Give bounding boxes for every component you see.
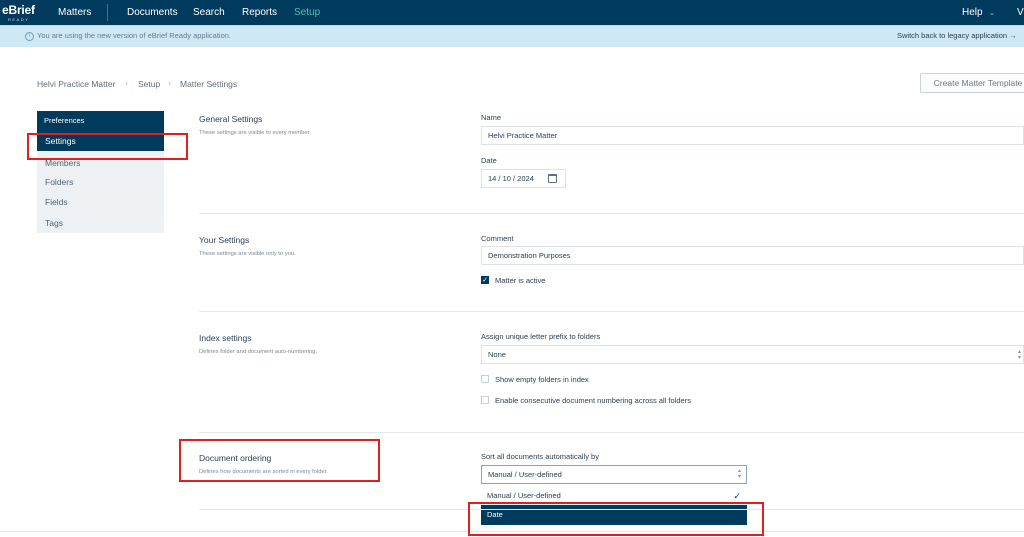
top-navbar: eBrief READY Matters Documents Search Re… xyxy=(0,0,1024,25)
chevron-down-icon: ⌄ xyxy=(988,8,996,17)
name-input[interactable]: Helvi Practice Matter xyxy=(481,126,1024,145)
index-settings-title: Index settings xyxy=(199,333,252,343)
show-empty-folders-checkbox[interactable] xyxy=(481,375,489,383)
matter-active-checkbox[interactable]: ✓ xyxy=(481,276,489,284)
switch-legacy-link[interactable]: Switch back to legacy application → xyxy=(897,31,1017,40)
index-settings-desc: Defines folder and document auto-numberi… xyxy=(199,349,317,355)
show-empty-folders-label: Show empty folders in index xyxy=(495,375,589,384)
info-icon: i xyxy=(25,32,34,41)
sidebar-item-tags[interactable]: Tags xyxy=(37,213,164,233)
prefix-label: Assign unique letter prefix to folders xyxy=(481,332,601,341)
date-input[interactable]: 14 / 10 / 2024 xyxy=(481,169,566,188)
highlight-box-settings xyxy=(27,133,188,160)
logo-wordmark: eBrief xyxy=(2,3,35,17)
sort-label: Sort all documents automatically by xyxy=(481,452,599,461)
help-menu[interactable]: Help ⌄ xyxy=(962,0,995,25)
your-settings-desc: These settings are visible only to you. xyxy=(199,251,296,257)
nav-reports[interactable]: Reports xyxy=(242,0,277,25)
date-value: 14 / 10 / 2024 xyxy=(488,174,534,183)
calendar-icon[interactable] xyxy=(548,174,557,183)
option-label: Manual / User-defined xyxy=(487,491,561,500)
highlight-box-document-ordering xyxy=(179,439,380,482)
date-label: Date xyxy=(481,156,497,165)
highlight-box-date-option xyxy=(468,502,764,536)
nav-setup[interactable]: Setup xyxy=(294,0,320,25)
nav-search[interactable]: Search xyxy=(193,0,225,25)
breadcrumb-matter[interactable]: Helvi Practice Matter xyxy=(37,79,115,89)
comment-label: Comment xyxy=(481,234,514,243)
select-arrows-icon: ▴ ▾ xyxy=(737,468,741,480)
your-settings-title: Your Settings xyxy=(199,235,250,245)
ebrief-logo[interactable]: eBrief READY xyxy=(0,2,40,24)
comment-input[interactable]: Demonstration Purposes xyxy=(481,246,1024,265)
breadcrumb-current: Matter Settings xyxy=(180,79,238,89)
logo-subtitle: READY xyxy=(8,17,30,22)
sidebar-item-folders[interactable]: Folders xyxy=(37,172,164,192)
breadcrumb-setup[interactable]: Setup xyxy=(138,79,160,89)
name-label: Name xyxy=(481,113,502,122)
general-settings-desc: These settings are visible to every memb… xyxy=(199,130,311,136)
notice-message: You are using the new version of eBrief … xyxy=(37,31,232,40)
help-label: Help xyxy=(962,7,983,18)
section-divider xyxy=(199,311,1024,312)
settings-sidebar: Preferences Settings Members Folders Fie… xyxy=(37,111,164,233)
new-version-notice: i You are using the new version of eBrie… xyxy=(0,25,1024,47)
nav-documents[interactable]: Documents xyxy=(127,0,178,25)
user-menu[interactable]: V xyxy=(1017,0,1024,25)
sidebar-header: Preferences xyxy=(37,111,164,131)
consecutive-numbering-label: Enable consecutive document numbering ac… xyxy=(495,396,691,405)
create-matter-template-button[interactable]: Create Matter Template xyxy=(920,73,1024,93)
prefix-select[interactable]: None ▴ ▾ xyxy=(481,345,1024,364)
chevron-right-icon: › xyxy=(168,78,171,88)
nav-matters[interactable]: Matters xyxy=(58,0,91,25)
select-arrows-icon: ▴ ▾ xyxy=(1017,349,1021,361)
sort-value: Manual / User-defined xyxy=(488,470,562,479)
consecutive-numbering-checkbox[interactable] xyxy=(481,396,489,404)
nav-divider xyxy=(107,4,108,21)
section-divider xyxy=(199,432,1024,433)
section-divider xyxy=(199,213,1024,214)
sidebar-item-fields[interactable]: Fields xyxy=(37,192,164,212)
matter-active-label: Matter is active xyxy=(495,276,546,285)
general-settings-title: General Settings xyxy=(199,114,263,124)
chevron-right-icon: › xyxy=(125,78,128,88)
prefix-value: None xyxy=(488,350,506,359)
sort-select[interactable]: Manual / User-defined ▴ ▾ xyxy=(481,465,747,484)
